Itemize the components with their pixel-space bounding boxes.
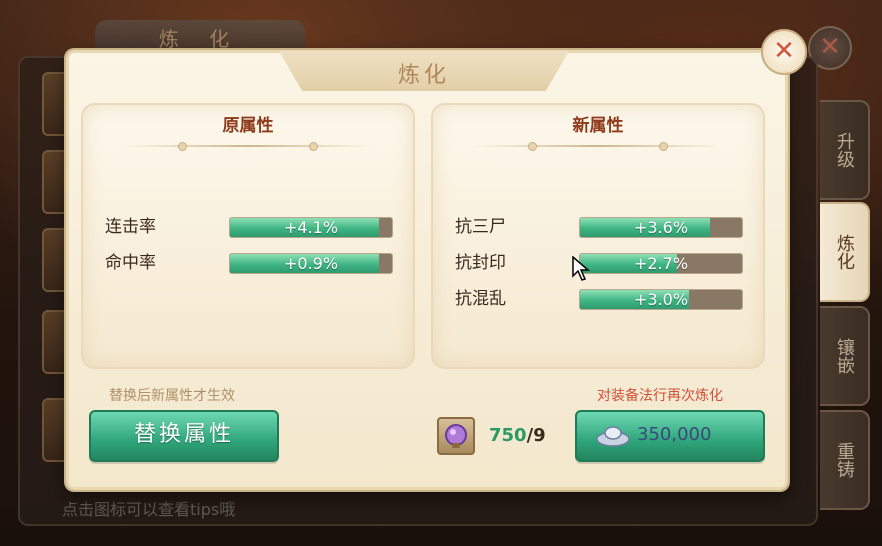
refine-dialog: 炼化 ✕ 原属性 连击率 +4.1% 命中率 +0.9% 新属性 抗三尸 +3.… <box>66 29 807 490</box>
dialog-title: 炼化 <box>397 63 450 88</box>
attr-name: 连击率 <box>105 217 156 237</box>
attr-bar: +2.7% <box>579 253 743 274</box>
attr-name: 抗封印 <box>455 253 506 273</box>
attr-bar: +0.9% <box>229 253 393 274</box>
attr-value: +0.9% <box>283 254 339 273</box>
replace-attributes-button[interactable]: 替换属性 <box>89 410 279 462</box>
attr-row: 抗混乱 +3.0% <box>455 287 745 311</box>
new-attributes-title: 新属性 <box>572 116 624 136</box>
attr-value: +2.7% <box>633 254 689 273</box>
attr-value: +3.6% <box>633 218 689 237</box>
attr-row: 抗封印 +2.7% <box>455 251 745 275</box>
attr-bar: +3.6% <box>579 217 743 238</box>
side-tab-inlay[interactable]: 镶嵌 <box>820 306 870 406</box>
attr-row: 命中率 +0.9% <box>105 251 395 275</box>
gem-need: /9 <box>526 425 546 446</box>
side-tab-upgrade[interactable]: 升级 <box>820 100 870 200</box>
attr-name: 命中率 <box>105 253 156 273</box>
attr-row: 抗三尸 +3.6% <box>455 215 745 239</box>
original-attributes-title: 原属性 <box>222 116 274 136</box>
refine-button[interactable]: 350,000 <box>575 410 765 462</box>
panel-divider <box>123 142 373 151</box>
gem-have: 750 <box>489 425 527 446</box>
close-button[interactable]: ✕ <box>761 29 807 75</box>
attr-bar: +3.0% <box>579 289 743 310</box>
refine-hint-text: 对装备法行再次炼化 <box>597 388 723 404</box>
attr-name: 抗混乱 <box>455 289 506 309</box>
gem-slot[interactable] <box>437 417 475 455</box>
mouse-cursor-icon <box>572 256 590 281</box>
purple-gem-icon <box>445 424 467 448</box>
panel-divider <box>473 142 723 151</box>
silver-ingot-icon <box>596 426 630 447</box>
side-tab-refine[interactable]: 炼化 <box>820 202 870 302</box>
attr-value: +4.1% <box>283 218 339 237</box>
attr-bar: +4.1% <box>229 217 393 238</box>
background-tip-text: 点击图标可以查看tips哦 <box>62 500 236 519</box>
close-x-icon: ✕ <box>773 36 795 66</box>
gem-count: 750/9 <box>489 425 546 446</box>
attr-row: 连击率 +4.1% <box>105 215 395 239</box>
refine-cost: 350,000 <box>637 424 712 445</box>
attr-name: 抗三尸 <box>455 217 506 237</box>
replace-hint-text: 替换后新属性才生效 <box>109 388 235 404</box>
attr-value: +3.0% <box>633 290 689 309</box>
new-attributes-panel: 新属性 抗三尸 +3.6% 抗封印 +2.7% 抗混乱 +3.0% <box>431 103 765 369</box>
original-attributes-panel: 原属性 连击率 +4.1% 命中率 +0.9% <box>81 103 415 369</box>
side-tab-recast[interactable]: 重铸 <box>820 410 870 510</box>
